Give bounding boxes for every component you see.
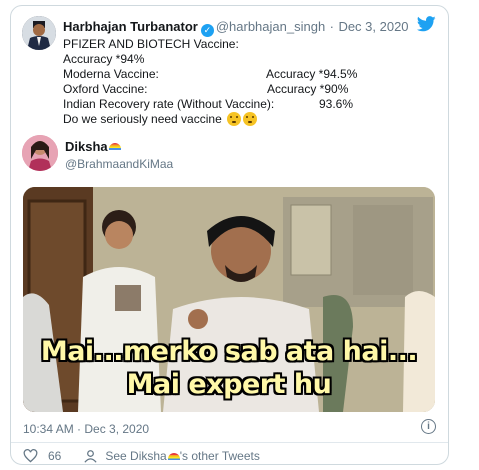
tweet-date[interactable]: Dec 3, 2020 — [338, 19, 408, 34]
like-count: 66 — [48, 449, 62, 463]
see-other-tweets-link[interactable]: See Diksha 's other Tweets — [83, 449, 260, 463]
tweet-line: PFIZER AND BIOTECH Vaccine: — [63, 37, 239, 51]
timestamp-row: 10:34 AM · Dec 3, 2020 — [23, 420, 149, 438]
info-icon[interactable]: i — [421, 419, 436, 434]
tweet-card: Harbhajan Turbanator ✓ @harbhajan_singh · … — [10, 5, 449, 465]
author-name[interactable]: Harbhajan Turbanator — [63, 19, 198, 34]
see-more-suffix: 's other Tweets — [179, 449, 260, 463]
tweet-header: Harbhajan Turbanator ✓ @harbhajan_singh · … — [63, 18, 409, 37]
separator-dot: · — [329, 19, 334, 34]
author-avatar[interactable] — [22, 16, 56, 50]
reply-handle-row: @BrahmaandKiMaa — [65, 155, 173, 173]
tweet-line-value: Accuracy *94.5% — [266, 67, 358, 81]
reply-author-name[interactable]: Diksha — [65, 139, 108, 154]
meme-caption-line-2: Mai expert hu — [126, 369, 332, 400]
see-more-prefix: See Diksha — [105, 449, 167, 463]
twitter-bird-icon[interactable] — [417, 16, 436, 32]
tweet-line: Indian Recovery rate (Without Vaccine): — [63, 97, 275, 111]
thinking-face-emoji-icon — [243, 112, 258, 126]
meme-caption-line-1: Mai...merko sab ata hai... — [40, 336, 418, 367]
divider — [11, 442, 448, 443]
tweet-line: Accuracy *94% — [63, 52, 145, 66]
tweet-line-value: Accuracy *90% — [267, 82, 349, 96]
thinking-face-emoji-icon — [227, 112, 242, 126]
rainbow-icon — [108, 143, 121, 150]
tweet-line: Oxford Vaccine: — [63, 82, 148, 96]
reply-header: Diksha — [65, 138, 121, 156]
reply-timestamp[interactable]: 10:34 AM · Dec 3, 2020 — [23, 422, 149, 436]
profile-icon — [84, 450, 97, 463]
tweet-line: Moderna Vaccine: — [63, 67, 159, 81]
reply-handle[interactable]: @BrahmaandKiMaa — [65, 157, 173, 171]
heart-icon — [23, 449, 38, 463]
actions-row: 66 See Diksha 's other Tweets — [23, 449, 260, 463]
author-handle[interactable]: @harbhajan_singh — [216, 19, 325, 34]
tweet-question: Do we seriously need vaccine — [63, 112, 222, 126]
rainbow-icon — [167, 452, 180, 460]
reply-avatar[interactable] — [22, 135, 58, 171]
verified-badge-icon: ✓ — [200, 24, 214, 37]
tweet-line-value: 93.6% — [319, 97, 354, 111]
tweet-line: Do we seriously need vaccine — [63, 112, 258, 127]
like-button[interactable]: 66 — [23, 449, 61, 463]
meme-image[interactable]: Mai...merko sab ata hai... Mai expert hu — [23, 187, 435, 412]
